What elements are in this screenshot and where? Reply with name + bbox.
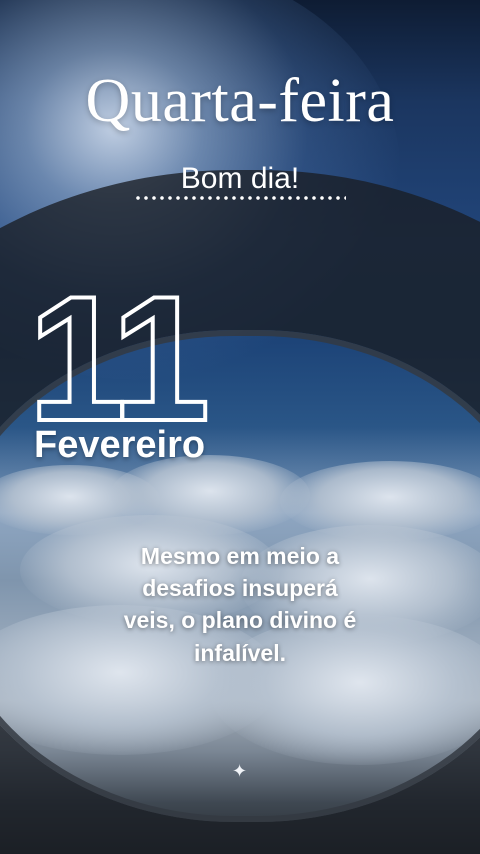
inspirational-message: Mesmo em meio a desafios insuperá veis, … (80, 540, 400, 669)
weekday-title: Quarta-feira (85, 67, 395, 135)
message-line: desafios insuperá (142, 575, 338, 602)
day-number: 11 (26, 259, 212, 458)
message-line: Mesmo em meio a (140, 543, 340, 569)
message-line: infalível. (193, 639, 287, 666)
greeting-card: Quarta-feira Bom dia! 11 Fevereiro Mesmo… (0, 0, 480, 854)
greeting-text: Bom dia! (180, 162, 300, 195)
month-label: Fevereiro (34, 424, 206, 466)
dotted-divider (134, 196, 346, 200)
message-line: veis, o plano divino é (123, 607, 357, 634)
